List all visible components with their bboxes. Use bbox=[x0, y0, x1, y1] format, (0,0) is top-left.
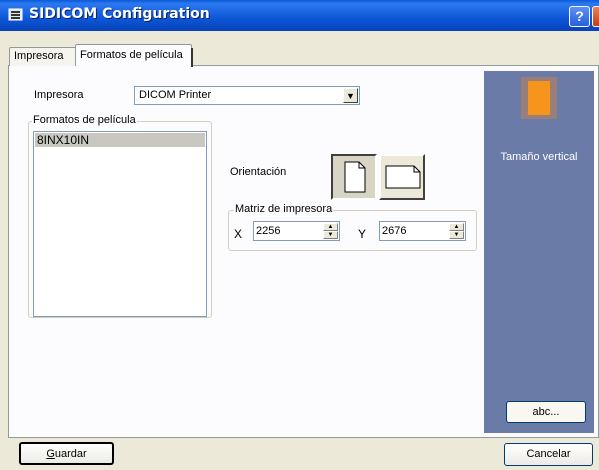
printer-select[interactable]: DICOM Printer ▼ bbox=[134, 86, 360, 105]
abc-button[interactable]: abc... bbox=[506, 401, 586, 423]
save-button-label: uardar bbox=[54, 448, 87, 460]
spin-down-icon[interactable]: ▼ bbox=[449, 231, 464, 239]
orientation-label: Orientación bbox=[230, 166, 287, 178]
formats-group-title: Formatos de película bbox=[32, 114, 137, 126]
matrix-y-value: 2676 bbox=[382, 225, 407, 237]
matrix-x-field[interactable]: 2256 ▲ ▼ bbox=[253, 221, 340, 241]
window-title: SIDICOM Configuration bbox=[29, 6, 210, 22]
tab-impresora[interactable]: Impresora bbox=[9, 47, 77, 66]
spin-down-icon[interactable]: ▼ bbox=[323, 231, 338, 239]
matrix-y-field[interactable]: 2676 ▲ ▼ bbox=[379, 221, 466, 241]
matrix-y-label: Y bbox=[358, 227, 367, 241]
tab-formatos[interactable]: Formatos de película bbox=[75, 44, 193, 67]
preview-panel: Tamaño vertical abc... bbox=[484, 71, 594, 433]
chevron-down-icon[interactable]: ▼ bbox=[343, 88, 358, 103]
spin-buttons: ▲ ▼ bbox=[323, 223, 338, 239]
formats-listbox[interactable]: 8INX10IN bbox=[33, 131, 207, 317]
portrait-icon bbox=[344, 161, 366, 193]
spin-buttons: ▲ ▼ bbox=[449, 223, 464, 239]
save-button[interactable]: Guardar bbox=[19, 442, 114, 465]
spin-up-icon[interactable]: ▲ bbox=[449, 223, 464, 231]
document-portrait-icon bbox=[521, 77, 557, 119]
printer-label: Impresora bbox=[34, 89, 84, 101]
orientation-caption: Tamaño vertical bbox=[500, 151, 578, 163]
app-icon bbox=[8, 8, 23, 21]
landscape-icon bbox=[385, 165, 421, 189]
close-button[interactable] bbox=[592, 6, 599, 27]
list-item[interactable]: 8INX10IN bbox=[35, 133, 205, 147]
cancel-button[interactable]: Cancelar bbox=[504, 443, 593, 466]
orientation-portrait-button[interactable] bbox=[331, 154, 377, 200]
matrix-x-value: 2256 bbox=[256, 225, 281, 237]
matrix-group-title: Matriz de impresora bbox=[234, 203, 334, 215]
orientation-landscape-button[interactable] bbox=[379, 154, 425, 200]
help-button[interactable]: ? bbox=[569, 6, 590, 27]
spin-up-icon[interactable]: ▲ bbox=[323, 223, 338, 231]
matrix-x-label: X bbox=[234, 227, 243, 241]
printer-select-value: DICOM Printer bbox=[139, 89, 212, 101]
